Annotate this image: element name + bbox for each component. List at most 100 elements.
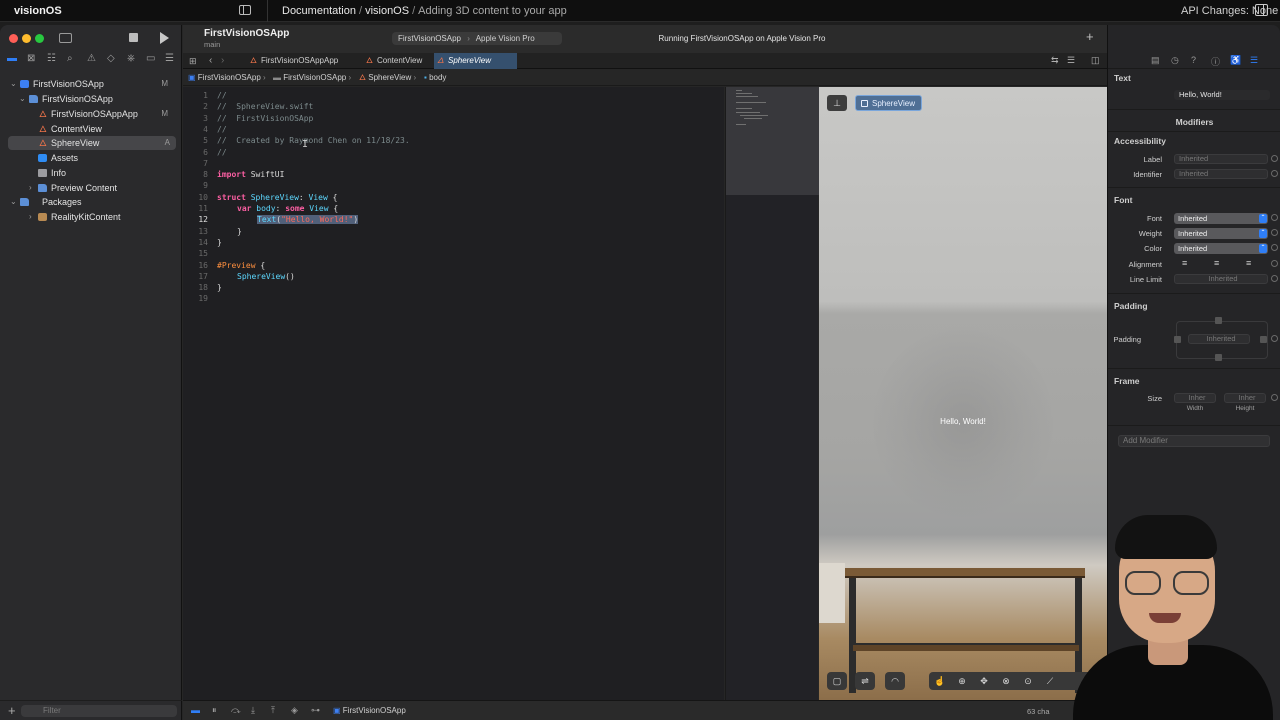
reset-dot[interactable] xyxy=(1271,260,1278,267)
code-line[interactable]: // SphereView.swift xyxy=(217,101,313,112)
branch-name[interactable]: main xyxy=(204,40,220,49)
reset-dot[interactable] xyxy=(1271,394,1278,401)
code-line[interactable]: // xyxy=(217,124,227,135)
stop-button[interactable] xyxy=(129,33,138,42)
reset-dot[interactable] xyxy=(1271,335,1278,342)
code-line[interactable]: // xyxy=(217,147,227,158)
jump-file[interactable]: 🜂 SphereView › xyxy=(359,70,416,86)
code-line[interactable]: SphereView() xyxy=(217,271,295,282)
padding-stepper[interactable]: Inherited xyxy=(1188,334,1250,344)
breadcrumb-documentation[interactable]: Documentation xyxy=(282,5,356,17)
editor-options-icon[interactable]: ☰ xyxy=(1067,55,1075,66)
selection[interactable]: Text("Hello, World!") xyxy=(257,215,359,225)
continue-icon[interactable]: ⤼ xyxy=(231,705,241,716)
code-line-selected[interactable]: Text("Hello, World!") xyxy=(217,214,359,225)
find-icon[interactable]: ⌕ xyxy=(67,53,73,64)
align-right-icon[interactable]: ≡ xyxy=(1246,258,1251,268)
breadcrumb-current[interactable]: Adding 3D content to your app xyxy=(418,5,567,17)
tree-item-packages[interactable]: ⌄ Packages xyxy=(0,195,182,209)
run-button[interactable] xyxy=(160,32,169,44)
weight-popup[interactable]: Inherited ⌃ xyxy=(1174,228,1268,239)
selectable-mode-icon[interactable]: ⇌ xyxy=(855,672,875,690)
chevron-down-icon[interactable]: ⌄ xyxy=(10,195,17,209)
jump-project[interactable]: ▣ FirstVisionOSApp › xyxy=(188,70,266,86)
minimize-window-button[interactable] xyxy=(22,34,31,43)
code-line[interactable]: } xyxy=(217,226,242,237)
tab-sphereview[interactable]: 🜂 SphereView xyxy=(434,53,517,69)
run-destination[interactable]: Apple Vision Pro xyxy=(476,34,535,43)
step-over-icon[interactable]: ⤓ xyxy=(251,705,255,716)
pin-icon[interactable]: ⊥ xyxy=(827,95,847,111)
color-popup[interactable]: Inherited ⌃ xyxy=(1174,243,1268,254)
symbols-icon[interactable]: ☷ xyxy=(47,53,56,64)
chevron-right-icon[interactable]: › xyxy=(29,181,32,195)
close-window-button[interactable] xyxy=(9,34,18,43)
outline-toggle-icon[interactable] xyxy=(1255,4,1268,16)
preview-rendered-text[interactable]: Hello, World! xyxy=(819,417,1107,426)
pause-icon[interactable]: ⏸ xyxy=(212,705,217,716)
console-toggle-icon[interactable]: ▬ xyxy=(191,705,200,715)
navigator-filter-input[interactable]: Filter xyxy=(21,705,177,717)
add-modifier-input[interactable]: Add Modifier xyxy=(1118,435,1270,447)
code-line[interactable]: var body: some View { xyxy=(217,203,338,214)
file-inspector-icon[interactable]: ▤ xyxy=(1151,55,1160,66)
live-preview-icon[interactable]: ▢ xyxy=(827,672,847,690)
zoom-icon[interactable]: ⊙ xyxy=(1019,672,1037,690)
debug-target[interactable]: ▣ FirstVisionOSApp xyxy=(333,706,406,715)
scheme-selector[interactable]: FirstVisionOSApp › Apple Vision Pro xyxy=(392,32,562,45)
add-library-icon[interactable]: + xyxy=(1086,29,1094,44)
split-editor-icon[interactable]: ◫ xyxy=(1091,55,1100,66)
reset-dot[interactable] xyxy=(1271,155,1278,162)
reports-icon[interactable]: ☰ xyxy=(165,53,174,64)
breadcrumb-visionos[interactable]: visionOS xyxy=(365,5,409,17)
align-left-icon[interactable]: ≡ xyxy=(1182,258,1187,268)
zoom-window-button[interactable] xyxy=(35,34,44,43)
tests-icon[interactable]: ◇ xyxy=(107,53,115,64)
reset-dot[interactable] xyxy=(1271,244,1278,251)
folder-icon[interactable]: ▬ xyxy=(7,53,17,64)
height-stepper[interactable]: Inher xyxy=(1224,393,1266,403)
tree-item-assets[interactable]: Assets xyxy=(0,151,182,165)
sidebar-toggle-icon[interactable] xyxy=(239,5,251,15)
pan-icon[interactable]: ✥ xyxy=(975,672,993,690)
line-limit-stepper[interactable]: Inherited xyxy=(1174,274,1268,284)
code-line[interactable]: // Created by Raymond Chen on 11/18/23. xyxy=(217,135,410,146)
minimap-visible-region[interactable] xyxy=(726,87,819,195)
source-control-icon[interactable]: ⊠ xyxy=(27,53,35,64)
code-line[interactable]: #Preview { xyxy=(217,260,265,271)
preview-selector[interactable]: SphereView xyxy=(855,95,922,111)
chevron-down-icon[interactable]: ⌄ xyxy=(10,77,17,91)
accessibility-icon[interactable]: ♿ xyxy=(1230,55,1241,66)
identity-icon[interactable]: ⓘ xyxy=(1211,55,1220,68)
padding-trailing-toggle[interactable] xyxy=(1260,336,1267,343)
minimap[interactable] xyxy=(725,87,819,700)
navigator-toggle-icon[interactable] xyxy=(59,33,72,43)
headset-icon[interactable]: ◠ xyxy=(885,672,905,690)
tilt-icon[interactable]: ⊕ xyxy=(953,672,971,690)
tab-contentview[interactable]: 🜂 ContentView xyxy=(363,53,422,69)
tree-item-appapp[interactable]: 🜂 FirstVisionOSAppApp M xyxy=(0,107,182,121)
tree-item-preview-content[interactable]: › Preview Content xyxy=(0,181,182,195)
forward-icon[interactable]: › xyxy=(221,55,224,66)
tree-item-info[interactable]: Info xyxy=(0,166,182,180)
related-items-icon[interactable]: ⊞ xyxy=(189,56,197,67)
tree-item-app-folder[interactable]: ⌄ FirstVisionOSApp xyxy=(0,92,182,106)
issues-icon[interactable]: ⚠ xyxy=(87,53,96,64)
chevron-right-icon[interactable]: › xyxy=(29,210,32,224)
chevron-down-icon[interactable]: ⌄ xyxy=(19,92,26,106)
reset-dot[interactable] xyxy=(1271,229,1278,236)
padding-bottom-toggle[interactable] xyxy=(1215,354,1222,361)
tree-item-project[interactable]: ⌄ FirstVisionOSApp M xyxy=(0,77,182,91)
padding-top-toggle[interactable] xyxy=(1215,317,1222,324)
code-line[interactable]: import SwiftUI xyxy=(217,169,284,180)
text-value-field[interactable]: Hello, World! xyxy=(1174,90,1270,100)
tree-item-realitykitcontent[interactable]: › RealityKitContent xyxy=(0,210,182,224)
accessibility-identifier-input[interactable]: Inherited xyxy=(1174,169,1268,179)
align-center-icon[interactable]: ≡ xyxy=(1214,258,1219,268)
breakpoints-icon[interactable]: ▭ xyxy=(146,53,155,64)
orbit-icon[interactable]: ⊗ xyxy=(997,672,1015,690)
code-line[interactable]: // xyxy=(217,90,227,101)
code-line[interactable]: // FirstVisionOSApp xyxy=(217,113,313,124)
code-line[interactable]: } xyxy=(217,237,222,248)
help-icon[interactable]: ? xyxy=(1191,55,1196,65)
